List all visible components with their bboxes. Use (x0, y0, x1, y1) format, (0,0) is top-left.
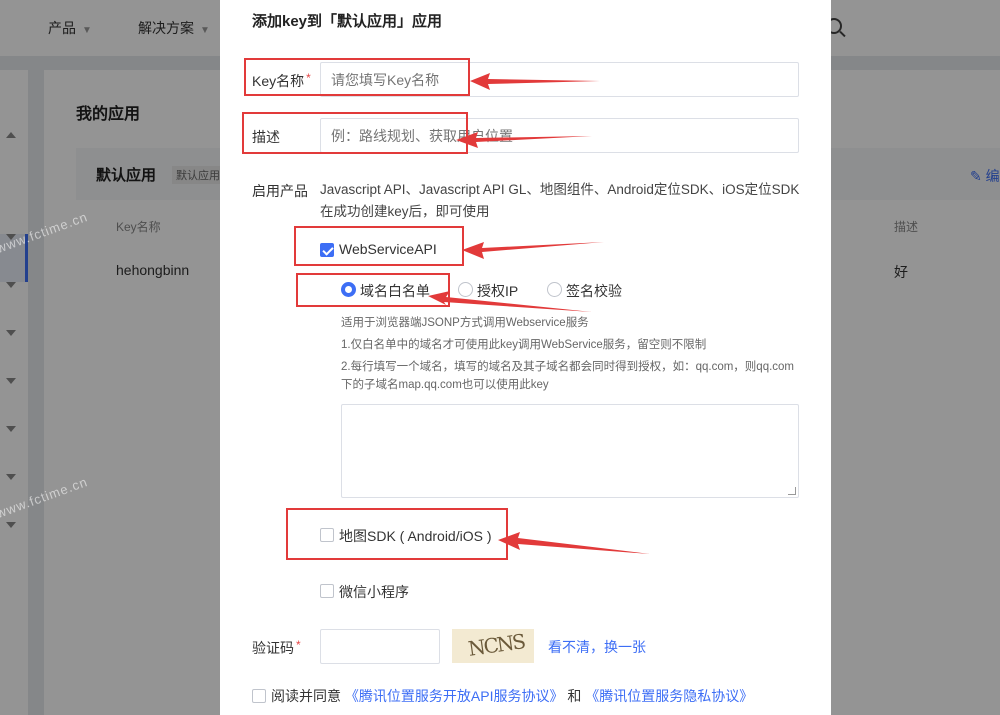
annotation-box-desc (242, 112, 468, 154)
miniprogram-checkbox[interactable] (320, 584, 334, 598)
captcha-label: 验证码 * (252, 638, 301, 658)
products-label: 启用产品 (252, 183, 308, 199)
radio-ip-label[interactable]: 授权IP (477, 281, 518, 301)
radio-authorized-ip[interactable] (458, 282, 473, 297)
modal-title: 添加key到「默认应用」应用 (252, 13, 443, 30)
whitelist-rule-1: 1.仅白名单中的域名才可使用此key调用WebService服务，留空则不限制 (341, 339, 707, 351)
products-description: Javascript API、Javascript API GL、地图组件、An… (320, 182, 800, 219)
whitelist-rule-2: 2.每行填写一个域名，填写的域名及其子域名都会同时得到授权，如：qq.com，则… (341, 361, 795, 391)
required-mark: * (296, 638, 301, 652)
captcha-text: NCNS (466, 629, 526, 661)
radio-sign-label[interactable]: 签名校验 (566, 281, 622, 301)
agreement-line: 阅读并同意 《腾讯位置服务开放API服务协议》 和 《腾讯位置服务隐私协议》 (271, 686, 753, 706)
miniprogram-label[interactable]: 微信小程序 (339, 582, 409, 602)
agree-checkbox[interactable] (252, 689, 266, 703)
captcha-refresh-link[interactable]: 看不清，换一张 (548, 637, 646, 657)
whitelist-note: 适用于浏览器端JSONP方式调用Webservice服务 (341, 317, 589, 329)
annotation-box-key-name (244, 58, 470, 96)
captcha-input[interactable] (320, 629, 440, 664)
annotation-box-webservice (294, 226, 464, 266)
captcha-label-text: 验证码 (252, 640, 294, 656)
domain-whitelist-textarea[interactable] (341, 404, 799, 498)
agree-and: 和 (567, 688, 582, 704)
radio-signature[interactable] (547, 282, 562, 297)
resize-handle-icon[interactable] (788, 487, 796, 495)
annotation-box-domain (296, 273, 450, 307)
agreement-link-api[interactable]: 《腾讯位置服务开放API服务协议》 (345, 688, 564, 704)
captcha-image[interactable]: NCNS (452, 629, 534, 663)
annotation-box-sdk (286, 508, 508, 560)
agreement-link-privacy[interactable]: 《腾讯位置服务隐私协议》 (585, 688, 753, 704)
agree-prefix: 阅读并同意 (271, 688, 341, 704)
add-key-modal: 添加key到「默认应用」应用 Key名称* 描述 启用产品 Javascript… (220, 0, 831, 715)
